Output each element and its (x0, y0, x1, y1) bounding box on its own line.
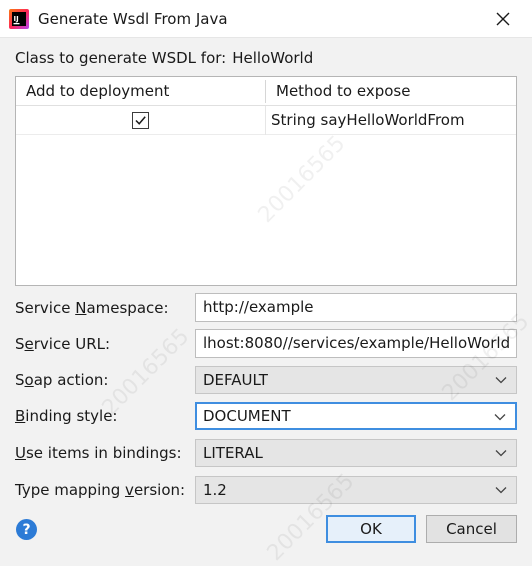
table-header: Add to deployment Method to expose (16, 77, 516, 106)
column-divider[interactable] (265, 80, 266, 103)
column-header-method-to-expose[interactable]: Method to expose (276, 82, 410, 100)
column-header-add-to-deployment[interactable]: Add to deployment (26, 82, 169, 100)
cell-divider (265, 106, 266, 135)
soap-action-select[interactable]: DEFAULT (195, 366, 517, 394)
chevron-down-icon (494, 414, 506, 421)
type-mapping-select[interactable]: 1.2 (195, 476, 517, 504)
table-row[interactable]: String sayHelloWorldFrom (16, 106, 516, 135)
ok-button[interactable]: OK (326, 515, 416, 543)
class-row: Class to generate WSDL for: HelloWorld (15, 49, 319, 67)
service-namespace-label: Service Namespace: (15, 299, 169, 317)
binding-style-value: DOCUMENT (203, 407, 291, 425)
svg-text:IJ: IJ (14, 15, 19, 23)
type-mapping-value: 1.2 (203, 481, 227, 499)
binding-style-select[interactable]: DOCUMENT (195, 402, 517, 430)
service-namespace-input[interactable]: http://example (195, 293, 517, 322)
use-items-label: Use items in bindings: (15, 444, 182, 462)
title-bar: IJ Generate Wsdl From Java (0, 0, 532, 38)
window-title: Generate Wsdl From Java (38, 10, 228, 28)
service-url-label: Service URL: (15, 335, 111, 353)
soap-action-label: Soap action: (15, 371, 109, 389)
class-value: HelloWorld (232, 49, 314, 67)
use-items-select[interactable]: LITERAL (195, 439, 517, 467)
chevron-down-icon (495, 377, 507, 384)
chevron-down-icon (495, 487, 507, 494)
help-icon[interactable]: ? (16, 519, 37, 540)
soap-action-value: DEFAULT (203, 371, 268, 389)
intellij-app-icon: IJ (9, 9, 29, 29)
type-mapping-label: Type mapping version: (15, 481, 186, 499)
chevron-down-icon (495, 450, 507, 457)
checkmark-icon (135, 116, 146, 125)
class-label: Class to generate WSDL for: (15, 49, 227, 67)
add-to-deployment-checkbox[interactable] (132, 112, 149, 129)
use-items-value: LITERAL (203, 444, 263, 462)
close-button[interactable] (486, 6, 520, 32)
close-icon (496, 12, 510, 26)
methods-table: Add to deployment Method to expose Strin… (15, 76, 517, 286)
method-cell: String sayHelloWorldFrom (271, 111, 465, 129)
watermark: 20016565 (253, 131, 351, 228)
cancel-button[interactable]: Cancel (426, 515, 517, 543)
binding-style-label: Binding style: (15, 407, 118, 425)
service-url-input[interactable]: lhost:8080//services/example/HelloWorld (195, 329, 517, 358)
